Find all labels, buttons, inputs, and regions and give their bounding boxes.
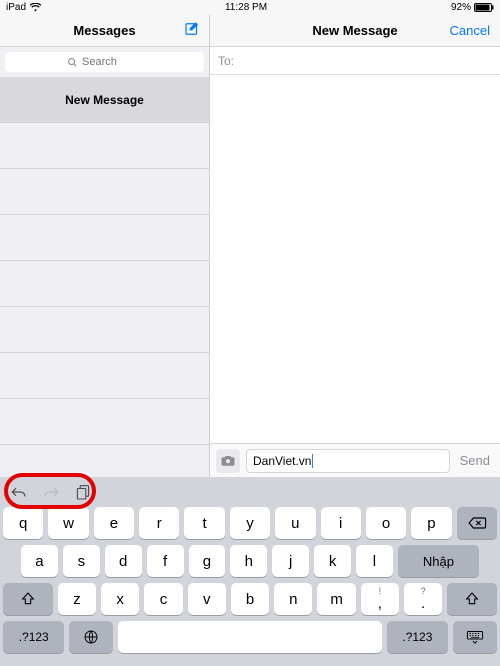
key-b[interactable]: b xyxy=(231,583,269,615)
redo-icon[interactable] xyxy=(42,483,60,501)
list-item xyxy=(0,123,209,169)
shift-key-left[interactable] xyxy=(3,583,53,615)
clipboard-icon[interactable] xyxy=(74,483,92,501)
conversation-item[interactable]: New Message xyxy=(0,77,209,123)
keyboard-row-3: z x c v b n m ! , ? . xyxy=(3,583,497,615)
keyboard-row-1: q w e r t y u i o p xyxy=(3,507,497,539)
keyboard: q w e r t y u i o p a s d f g h xyxy=(0,477,500,666)
key-period[interactable]: ? . xyxy=(404,583,442,615)
battery-percent: 92% xyxy=(451,2,471,13)
list-item xyxy=(0,307,209,353)
key-a[interactable]: a xyxy=(21,545,58,577)
to-label: To: xyxy=(218,54,234,68)
key-k[interactable]: k xyxy=(314,545,351,577)
key-u[interactable]: u xyxy=(275,507,315,539)
key-comma[interactable]: ! , xyxy=(361,583,399,615)
message-input-value: DanViet.vn xyxy=(253,454,311,468)
key-q[interactable]: q xyxy=(3,507,43,539)
numbers-key-left[interactable]: .?123 xyxy=(3,621,64,653)
sidebar-header: Messages xyxy=(0,15,209,47)
list-item xyxy=(0,169,209,215)
sidebar: Messages New Message xyxy=(0,15,210,477)
list-item xyxy=(0,399,209,445)
compose-button[interactable] xyxy=(183,20,201,38)
message-input-row: DanViet.vn Send xyxy=(210,443,500,477)
undo-icon[interactable] xyxy=(10,483,28,501)
keyboard-row-2: a s d f g h j k l Nhập xyxy=(3,545,497,577)
key-s[interactable]: s xyxy=(63,545,100,577)
key-y[interactable]: y xyxy=(230,507,270,539)
key-v[interactable]: v xyxy=(188,583,226,615)
key-j[interactable]: j xyxy=(272,545,309,577)
cancel-button[interactable]: Cancel xyxy=(450,23,490,38)
key-x[interactable]: x xyxy=(101,583,139,615)
send-button[interactable]: Send xyxy=(456,453,494,468)
sidebar-title: Messages xyxy=(73,23,135,38)
key-z[interactable]: z xyxy=(58,583,96,615)
space-key[interactable] xyxy=(118,621,381,653)
key-w[interactable]: w xyxy=(48,507,88,539)
detail-pane: New Message Cancel To: DanViet.vn Send xyxy=(210,15,500,477)
device-label: iPad xyxy=(6,2,26,13)
key-d[interactable]: d xyxy=(105,545,142,577)
compose-body[interactable] xyxy=(210,75,500,443)
clock: 11:28 PM xyxy=(41,2,451,13)
key-o[interactable]: o xyxy=(366,507,406,539)
detail-header: New Message Cancel xyxy=(210,15,500,47)
key-t[interactable]: t xyxy=(184,507,224,539)
globe-key[interactable] xyxy=(69,621,113,653)
dismiss-keyboard-key[interactable] xyxy=(453,621,497,653)
key-p[interactable]: p xyxy=(411,507,451,539)
keyboard-row-4: .?123 .?123 xyxy=(3,621,497,653)
key-g[interactable]: g xyxy=(189,545,226,577)
key-h[interactable]: h xyxy=(230,545,267,577)
key-i[interactable]: i xyxy=(321,507,361,539)
conversation-list: New Message xyxy=(0,77,209,445)
key-l[interactable]: l xyxy=(356,545,393,577)
key-e[interactable]: e xyxy=(94,507,134,539)
search-input[interactable] xyxy=(5,52,204,72)
numbers-key-right[interactable]: .?123 xyxy=(387,621,448,653)
wifi-icon xyxy=(30,3,41,12)
key-n[interactable]: n xyxy=(274,583,312,615)
status-bar: iPad 11:28 PM 92% xyxy=(0,0,500,15)
detail-title: New Message xyxy=(312,23,397,38)
key-f[interactable]: f xyxy=(147,545,184,577)
backspace-key[interactable] xyxy=(457,507,497,539)
key-r[interactable]: r xyxy=(139,507,179,539)
shift-key-right[interactable] xyxy=(447,583,497,615)
conversation-title: New Message xyxy=(65,93,144,107)
list-item xyxy=(0,215,209,261)
message-input[interactable]: DanViet.vn xyxy=(246,449,450,473)
search-icon xyxy=(67,57,78,68)
enter-key[interactable]: Nhập xyxy=(398,545,479,577)
keyboard-toolbar xyxy=(0,477,500,507)
to-field[interactable]: To: xyxy=(210,47,500,75)
camera-icon[interactable] xyxy=(216,449,240,473)
battery-icon xyxy=(474,3,494,12)
list-item xyxy=(0,261,209,307)
key-c[interactable]: c xyxy=(144,583,182,615)
key-m[interactable]: m xyxy=(317,583,355,615)
list-item xyxy=(0,353,209,399)
